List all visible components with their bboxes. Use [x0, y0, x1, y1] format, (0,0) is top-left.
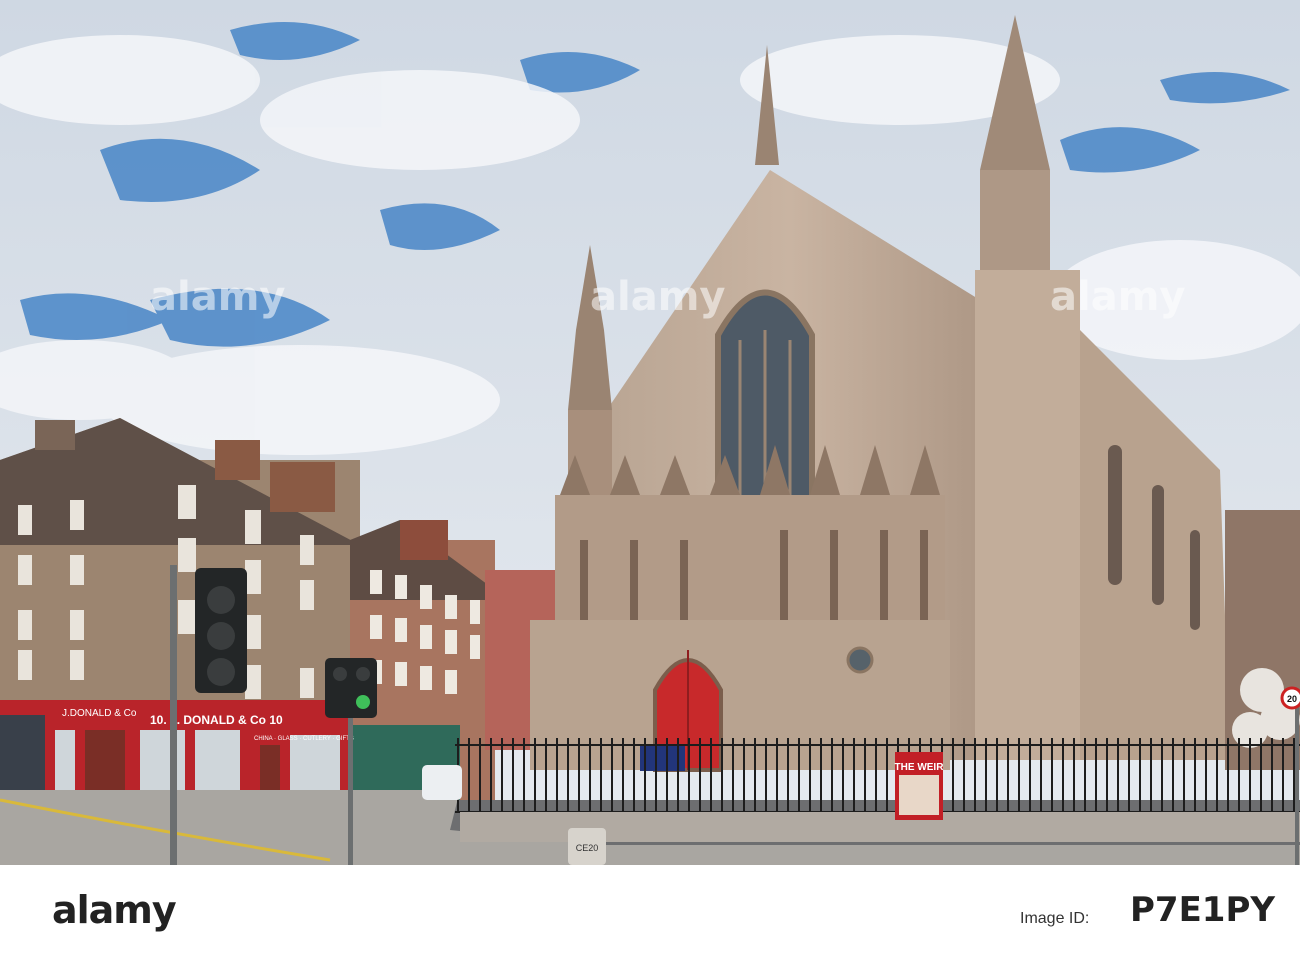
- watermark: alamy: [1050, 274, 1185, 320]
- image-id-label: Image ID:: [1020, 910, 1090, 927]
- bollard-label: CE20: [576, 843, 599, 853]
- footer-bar: [0, 865, 1300, 955]
- bollard: CE20: [568, 828, 606, 865]
- watermark: alamy: [150, 274, 285, 320]
- shop-sign-3: CHINA · GLASS · CUTLERY · GIFTS: [254, 736, 354, 742]
- speed-limit-value: 20: [1287, 694, 1297, 704]
- theatre-poster: THE WEIR: [895, 752, 945, 820]
- poster-title: THE WEIR: [895, 762, 945, 773]
- alamy-logo: alamy: [52, 888, 177, 932]
- shop-sign-2: 10. J. DONALD & Co 10: [150, 713, 283, 727]
- street-photo: J.DONALD & Co 10. J. DONALD & Co 10 CHIN…: [0, 0, 1300, 865]
- white-van: [422, 765, 462, 800]
- image-id: P7E1PY: [1130, 890, 1275, 930]
- shop-sign-1: J.DONALD & Co: [62, 708, 137, 719]
- watermark: alamy: [590, 274, 725, 320]
